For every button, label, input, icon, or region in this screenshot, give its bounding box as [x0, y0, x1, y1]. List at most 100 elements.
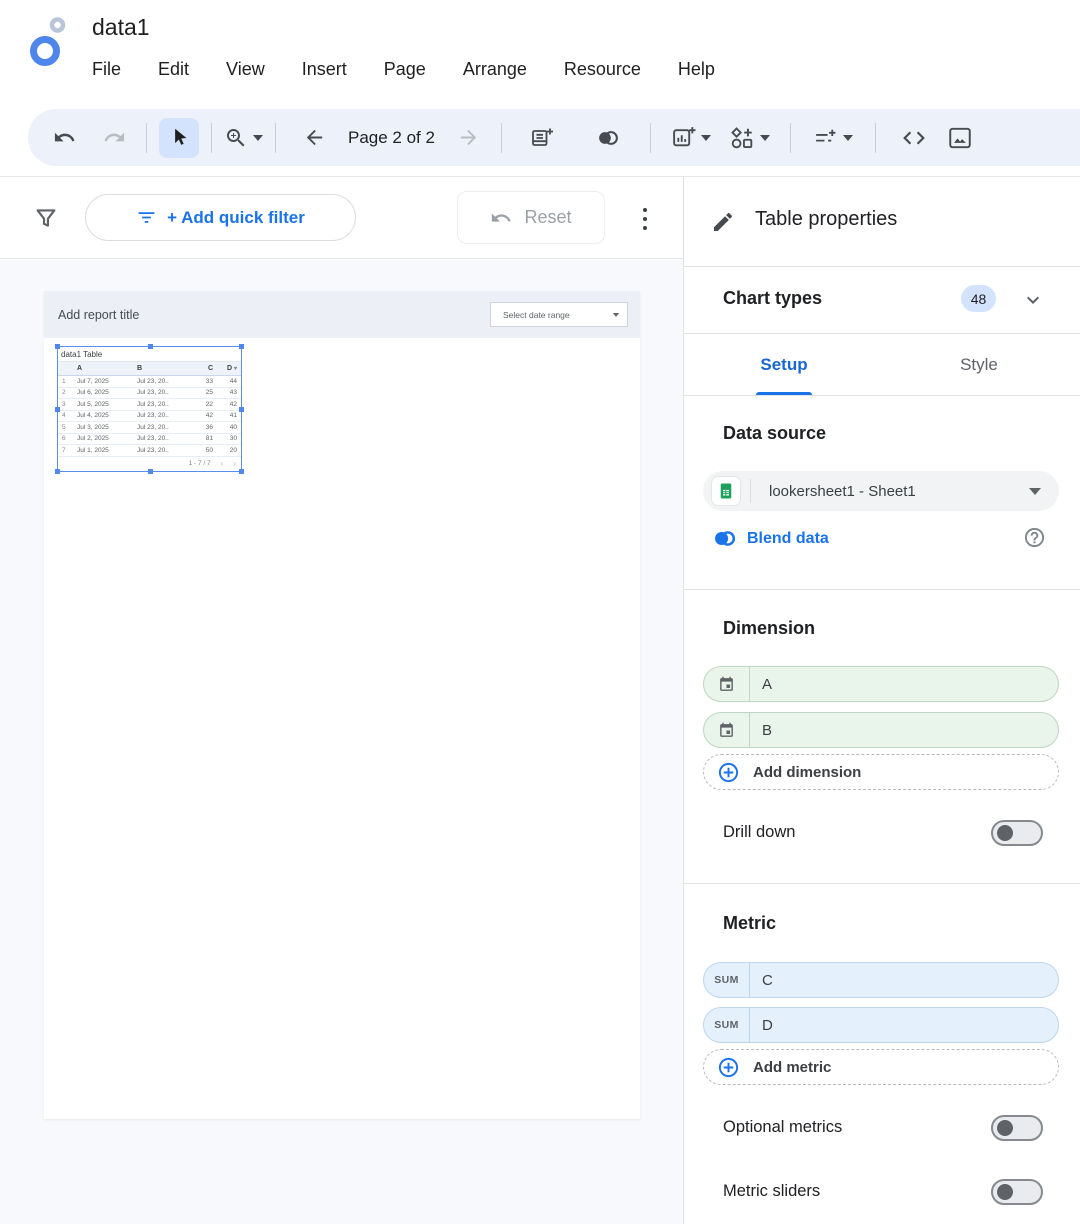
add-circle-icon	[717, 1056, 740, 1079]
selection-handle[interactable]	[55, 407, 60, 412]
mini-table-body: 1 Jul 7, 2025 Jul 23, 20.. 33 44 2 Jul 6…	[58, 376, 241, 457]
page-indicator[interactable]: Page 2 of 2	[348, 128, 435, 148]
toolbar-divider	[211, 123, 212, 153]
selection-handle[interactable]	[148, 344, 153, 349]
data-source-divider	[750, 479, 751, 503]
zoom-tool-button[interactable]	[224, 126, 263, 150]
embed-code-button[interactable]	[894, 118, 934, 158]
filter-funnel-icon[interactable]	[33, 205, 59, 231]
undo-button[interactable]	[44, 118, 84, 158]
dimension-field-a[interactable]: A	[703, 666, 1059, 702]
aggregation-chip[interactable]: SUM	[704, 1008, 750, 1042]
blend-data-label: Blend data	[747, 530, 829, 548]
calendar-icon	[704, 667, 750, 701]
aggregation-chip[interactable]: SUM	[704, 963, 750, 997]
date-range-control[interactable]: Select date range	[490, 302, 628, 327]
menubar: File Edit View Insert Page Arrange Resou…	[92, 59, 715, 80]
add-control-button[interactable]	[813, 125, 853, 150]
col-header-d[interactable]: D ▾	[217, 365, 241, 372]
report-title-placeholder[interactable]: Add report title	[58, 308, 139, 322]
properties-panel: Table properties Chart types 48 Setup St…	[683, 177, 1080, 1224]
selection-handle[interactable]	[239, 407, 244, 412]
add-circle-icon	[717, 761, 740, 784]
next-page-button[interactable]	[449, 118, 489, 158]
tab-setup[interactable]: Setup	[739, 334, 829, 396]
add-page-button[interactable]	[522, 118, 562, 158]
redo-button[interactable]	[94, 118, 134, 158]
add-community-viz-button[interactable]	[729, 125, 770, 151]
selection-handle[interactable]	[55, 344, 60, 349]
selection-handle[interactable]	[148, 469, 153, 474]
menu-file[interactable]: File	[92, 59, 121, 80]
blend-data-tool-button[interactable]	[588, 118, 628, 158]
menu-help[interactable]: Help	[678, 59, 715, 80]
redo-icon	[103, 126, 126, 149]
metric-field-c[interactable]: SUM C	[703, 962, 1059, 998]
selection-handle[interactable]	[239, 344, 244, 349]
sheets-icon	[712, 477, 740, 505]
menu-resource[interactable]: Resource	[564, 59, 641, 80]
menu-edit[interactable]: Edit	[158, 59, 189, 80]
reset-undo-icon	[490, 207, 512, 229]
data-source-select[interactable]: lookersheet1 - Sheet1	[703, 471, 1059, 511]
reset-button[interactable]: Reset	[457, 191, 605, 244]
select-tool-button[interactable]	[159, 118, 199, 158]
drill-down-toggle[interactable]	[991, 820, 1043, 846]
col-header-a[interactable]: A	[72, 365, 132, 372]
workspace: Add report title Select date range data1…	[0, 260, 683, 1224]
metric-field-name: C	[762, 972, 773, 989]
image-tool-button[interactable]	[940, 118, 980, 158]
dimension-field-name: A	[762, 676, 772, 693]
add-quick-filter-button[interactable]: + Add quick filter	[85, 194, 356, 241]
optional-metrics-row: Optional metrics	[684, 1111, 1080, 1147]
arrow-forward-icon	[457, 126, 480, 149]
optional-metrics-toggle[interactable]	[991, 1115, 1043, 1141]
menu-insert[interactable]: Insert	[302, 59, 347, 80]
chart-types-count-badge: 48	[961, 285, 996, 312]
dimension-field-b[interactable]: B	[703, 712, 1059, 748]
toolbar-divider	[650, 123, 651, 153]
edit-pencil-icon	[711, 210, 735, 234]
date-range-label: Select date range	[503, 310, 570, 320]
app-header: data1 File Edit View Insert Page Arrange…	[0, 0, 1080, 100]
blend-data-link[interactable]: Blend data	[711, 525, 829, 552]
work-area: + Add quick filter Reset Add report titl…	[0, 177, 683, 1224]
section-divider	[684, 589, 1080, 590]
table-row: 1 Jul 7, 2025 Jul 23, 20.. 33 44	[58, 376, 241, 388]
selection-handle[interactable]	[55, 469, 60, 474]
add-dimension-button[interactable]: Add dimension	[703, 754, 1059, 790]
zoom-dropdown-caret-icon	[253, 135, 263, 141]
add-chart-button[interactable]	[671, 125, 711, 150]
report-title[interactable]: data1	[92, 14, 150, 41]
looker-studio-app: data1 File Edit View Insert Page Arrange…	[0, 0, 1080, 1224]
page-next-icon[interactable]: ›	[233, 459, 236, 468]
col-header-c[interactable]: C	[188, 365, 217, 372]
sort-caret-icon: ▾	[234, 366, 237, 372]
drill-down-label: Drill down	[723, 823, 795, 842]
menu-page[interactable]: Page	[384, 59, 426, 80]
add-dimension-label: Add dimension	[753, 764, 861, 781]
metric-sliders-toggle[interactable]	[991, 1179, 1043, 1205]
chevron-down-icon[interactable]	[1021, 288, 1045, 312]
previous-page-button[interactable]	[294, 118, 334, 158]
menu-view[interactable]: View	[226, 59, 265, 80]
optional-metrics-label: Optional metrics	[723, 1118, 842, 1137]
selection-handle[interactable]	[239, 469, 244, 474]
table-chart[interactable]: data1 Table A B C D ▾ 1 Jul 7, 2025 Jul …	[58, 347, 241, 471]
image-icon	[947, 125, 973, 151]
col-header-b[interactable]: B	[132, 365, 188, 372]
report-page-canvas[interactable]: Add report title Select date range data1…	[44, 291, 640, 1119]
page-prev-icon[interactable]: ‹	[221, 459, 224, 468]
more-options-button[interactable]	[630, 202, 660, 236]
metric-heading: Metric	[723, 913, 776, 934]
chart-types-row[interactable]: Chart types 48	[684, 267, 1080, 334]
table-row: 6 Jul 2, 2025 Jul 23, 20.. 81 30	[58, 434, 241, 446]
metric-field-d[interactable]: SUM D	[703, 1007, 1059, 1043]
filter-list-icon	[136, 207, 157, 228]
add-metric-button[interactable]: Add metric	[703, 1049, 1059, 1085]
tab-style[interactable]: Style	[934, 334, 1024, 396]
menu-arrange[interactable]: Arrange	[463, 59, 527, 80]
looker-studio-logo-icon[interactable]	[26, 14, 70, 68]
help-icon[interactable]	[1023, 526, 1046, 549]
toolbar-divider	[501, 123, 502, 153]
